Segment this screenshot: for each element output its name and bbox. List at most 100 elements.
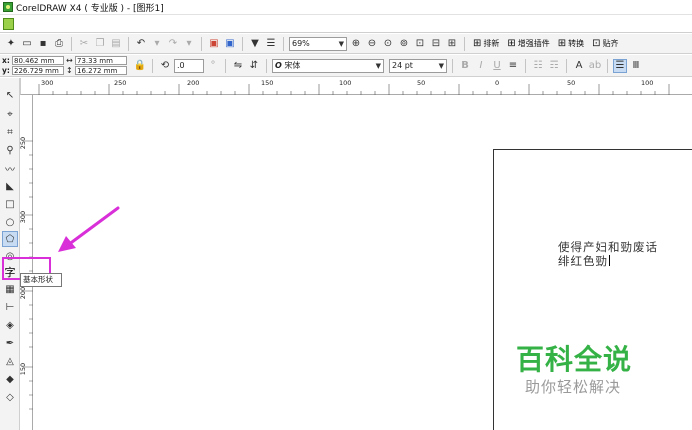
width-field[interactable]: 73.33 mm [75,56,127,65]
export-icon[interactable]: ▣ [223,37,237,51]
chevron-down-icon: ▼ [338,39,344,48]
redo-icon[interactable]: ↷ [166,37,180,51]
ruler-label: 100 [339,79,352,87]
edit-text-icon[interactable]: ab [588,59,602,73]
snap-button[interactable]: ⊡ 贴齐 [589,38,621,49]
shape-tool-icon[interactable]: ⌖ [2,106,18,122]
save-icon[interactable]: ▪ [36,37,50,51]
menu-bar [0,15,692,33]
x-position-field[interactable]: 80.462 mm [12,56,64,65]
ruler-label: 150 [19,362,28,376]
eyedropper-tool-icon[interactable]: ✒ [2,335,18,351]
copy-icon[interactable]: ❐ [93,37,107,51]
mirror-vertical-icon[interactable]: ⇵ [247,59,261,73]
welcome-screen-icon[interactable]: ☰ [264,37,278,51]
text-line: 绯红色勁 [558,254,608,268]
toolbox: ↖ ⌖ ⌗ ⚲ 〰 ◣ □ ○ ⬠ ◎ 字 ▦ ⊢ ◈ ✒ ◬ ◆ ◇ [0,78,20,430]
divider [607,58,608,73]
rotation-angle-field[interactable]: .0 [174,58,204,73]
y-position-field[interactable]: 226.729 mm [12,66,64,75]
crop-tool-icon[interactable]: ⌗ [2,124,18,140]
vertical-text-icon[interactable]: Ⅲ [629,59,643,73]
ellipse-tool-icon[interactable]: ○ [2,214,18,230]
zoom-page-icon[interactable]: ⊡ [413,37,427,51]
zoom-tool-icon[interactable]: ⚲ [2,142,18,158]
watermark-subtitle: 助你轻松解决 [525,378,622,396]
fill-tool-icon[interactable]: ◆ [2,371,18,387]
opentype-font-icon: O [275,61,282,70]
zoom-level-select[interactable]: 69% ▼ [289,36,347,51]
arrange-icon: ⊞ [473,38,482,49]
ruler-label: 250 [19,136,28,150]
zoom-all-icon[interactable]: ⊚ [397,37,411,51]
freehand-tool-icon[interactable]: 〰 [2,160,18,176]
divider [452,58,453,73]
dimension-tool-icon[interactable]: ⊢ [2,299,18,315]
bullet-list-icon[interactable]: ☷ [531,59,545,73]
ruler-label: 200 [187,79,200,87]
document-icon[interactable] [3,17,14,30]
font-size-select[interactable]: 24 pt ▼ [389,58,447,73]
zoom-in-icon[interactable]: ⊕ [349,37,363,51]
rotation-icon: ⟲ [160,60,170,71]
undo-dropdown-icon[interactable]: ▾ [150,37,164,51]
ruler-label: 200 [19,286,28,300]
position-fields: x: 80.462 mm y: 226.729 mm [2,56,64,75]
interactive-blend-tool-icon[interactable]: ◈ [2,317,18,333]
italic-icon[interactable]: I [474,59,488,73]
property-bar: x: 80.462 mm y: 226.729 mm ↔ 73.33 mm ↕ … [0,55,692,77]
arrange-button[interactable]: ⊞ 排新 [470,38,502,49]
table-tool-icon[interactable]: ▦ [2,281,18,297]
ruler-label: 300 [41,79,54,87]
size-fields: ↔ 73.33 mm ↕ 16.272 mm [66,56,127,75]
polygon-tool-icon[interactable]: ⬠ [2,231,18,247]
rectangle-tool-icon[interactable]: □ [2,196,18,212]
redo-dropdown-icon[interactable]: ▾ [182,37,196,51]
snap-icon: ⊡ [592,38,601,49]
degree-unit: ° [210,60,216,71]
character-format-icon[interactable]: A [572,59,586,73]
font-family-select[interactable]: O 宋体 ▼ [272,58,384,73]
divider [201,36,202,51]
paste-icon[interactable]: ▤ [109,37,123,51]
font-family-value: 宋体 [284,61,301,70]
bold-icon[interactable]: B [458,59,472,73]
window-title: CorelDRAW X4 ( 专业版 ) - [图形1] [16,3,164,14]
divider [566,58,567,73]
zoom-selected-icon[interactable]: ⊙ [381,37,395,51]
standard-toolbar: ✦ ▭ ▪ ⎙ ✂ ❐ ▤ ↶ ▾ ↷ ▾ ▣ ▣ ▼ ☰ 69% ▼ ⊕ ⊖ … [0,34,692,54]
zoom-out-icon[interactable]: ⊖ [365,37,379,51]
underline-icon[interactable]: U [490,59,504,73]
horizontal-ruler[interactable]: 300 250 200 150 100 50 0 50 100 [20,78,692,95]
divider [152,58,153,73]
chevron-down-icon: ▼ [375,61,381,70]
convert-button[interactable]: ⊞ 转换 [555,38,587,49]
ruler-label: 50 [567,79,576,87]
mirror-horizontal-icon[interactable]: ⇋ [231,59,245,73]
zoom-width-icon[interactable]: ⊟ [429,37,443,51]
cut-icon[interactable]: ✂ [77,37,91,51]
application-launcher-icon[interactable]: ▼ [248,37,262,51]
text-align-icon[interactable]: ≡ [506,59,520,73]
enhance-plugin-button[interactable]: ⊞ 增强插件 [504,38,552,49]
height-field[interactable]: 16.272 mm [75,66,127,75]
horizontal-text-icon[interactable]: ☰ [613,58,627,73]
artistic-text-object[interactable]: 使得产妇和勁废话 绯红色勁 [558,240,688,268]
import-icon[interactable]: ▣ [207,37,221,51]
drop-cap-icon[interactable]: ☶ [547,59,561,73]
ruler-label: 0 [495,79,500,87]
open-icon[interactable]: ▭ [20,37,34,51]
print-icon[interactable]: ⎙ [52,37,66,51]
pick-tool-icon[interactable]: ↖ [2,87,18,103]
pointer-arrow [58,206,120,252]
lock-ratio-icon[interactable]: 🔒 [133,59,147,73]
coreldraw-app-icon [3,2,13,12]
interactive-fill-tool-icon[interactable]: ◇ [2,389,18,405]
convert-icon: ⊞ [557,38,567,49]
smart-fill-tool-icon[interactable]: ◣ [2,178,18,194]
undo-icon[interactable]: ↶ [134,37,148,51]
zoom-height-icon[interactable]: ⊞ [445,37,459,51]
outline-tool-icon[interactable]: ◬ [2,353,18,369]
ruler-label: 300 [19,210,28,224]
new-document-icon[interactable]: ✦ [4,37,18,51]
